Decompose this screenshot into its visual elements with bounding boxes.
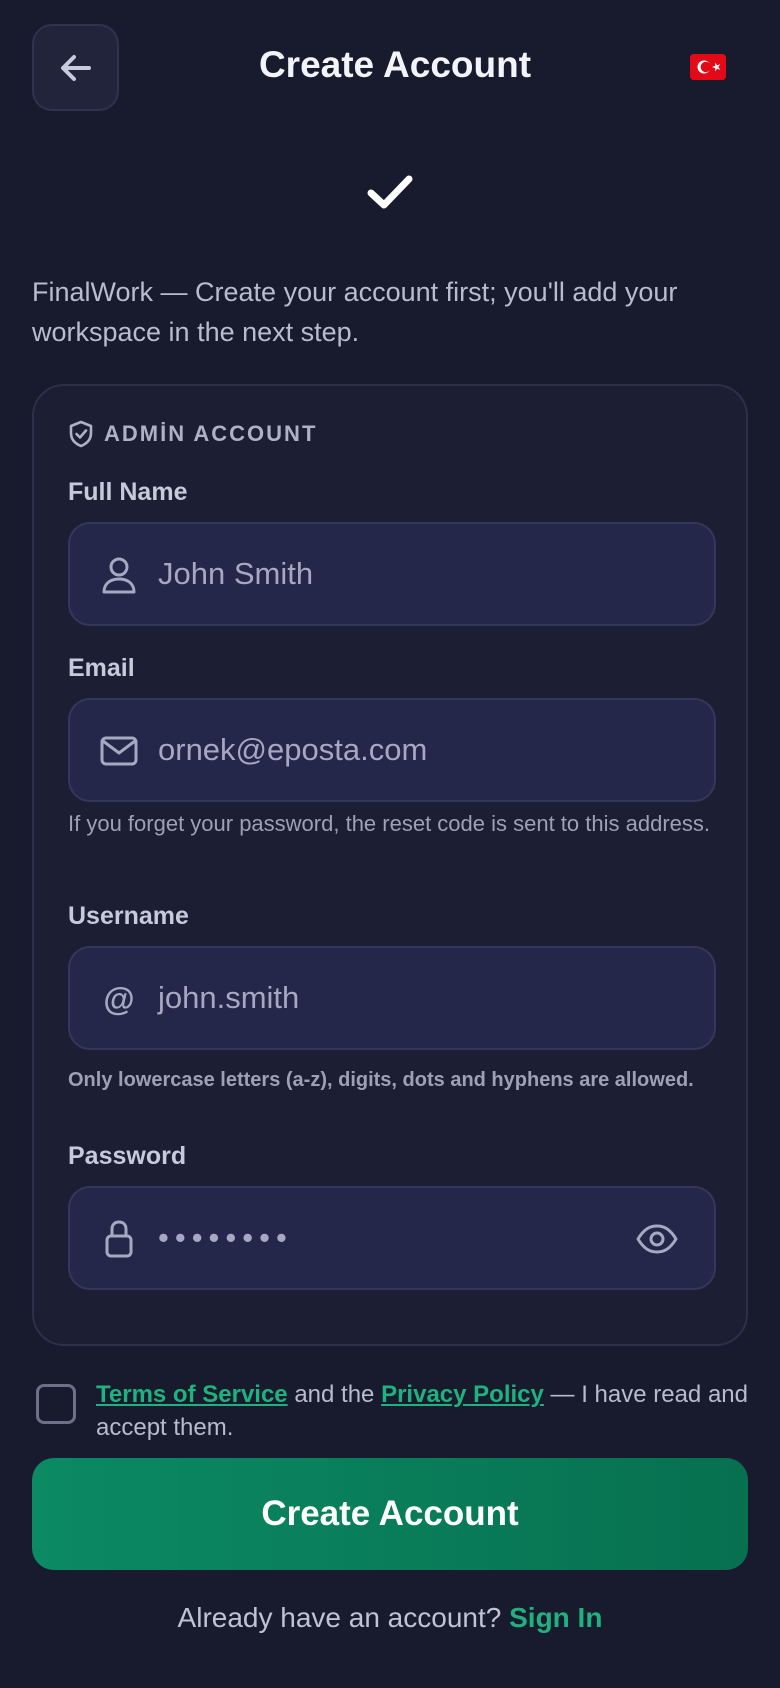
username-prefix: @	[103, 980, 135, 1017]
email-hint: If you forget your password, the reset c…	[68, 811, 710, 836]
password-label: Password	[68, 1142, 187, 1170]
at-icon: @	[100, 980, 138, 1018]
create-account-button[interactable]: Create Account	[32, 1458, 748, 1570]
eye-icon[interactable]	[636, 1220, 678, 1258]
header: Create Account	[0, 0, 780, 140]
lock-icon	[100, 1220, 138, 1258]
username-hint: Only lowercase letters (a-z), digits, do…	[68, 1069, 694, 1091]
terms-text: Terms of Service and the Privacy Policy …	[96, 1378, 756, 1444]
section-title: ADMİN ACCOUNT	[104, 421, 318, 446]
shield-check-icon	[69, 420, 93, 448]
turkey-flag-icon[interactable]	[690, 54, 726, 80]
page-title: Create Account	[258, 44, 532, 85]
sign-in-link[interactable]: Sign In	[509, 1602, 602, 1633]
email-placeholder: ornek@eposta.com	[158, 732, 428, 767]
terms-and-the: and the	[287, 1381, 382, 1408]
full-name-placeholder: John Smith	[158, 556, 314, 591]
intro-text: FinalWork — Create your account first; y…	[32, 277, 678, 347]
terms-checkbox[interactable]	[36, 1384, 76, 1424]
password-input[interactable]: ••••••••	[68, 1186, 716, 1290]
email-label: Email	[68, 654, 135, 682]
full-name-input[interactable]: John Smith	[68, 522, 716, 626]
terms-of-service-link[interactable]: Terms of Service	[96, 1381, 288, 1408]
check-icon	[367, 175, 413, 209]
mail-icon	[100, 732, 138, 770]
user-icon	[100, 556, 138, 594]
username-input[interactable]: @ john.smith	[68, 946, 716, 1050]
section-header: ADMİN ACCOUNT	[68, 420, 317, 448]
privacy-policy-link[interactable]: Privacy Policy	[381, 1381, 544, 1408]
full-name-label: Full Name	[68, 478, 188, 506]
password-value: ••••••••	[158, 1220, 293, 1255]
signin-row: Already have an account? Sign In	[0, 1602, 780, 1634]
username-label: Username	[68, 902, 189, 930]
email-input[interactable]: ornek@eposta.com	[68, 698, 716, 802]
signin-prompt: Already have an account?	[177, 1602, 510, 1633]
admin-account-card: ADMİN ACCOUNT Full Name John Smith Email…	[32, 384, 748, 1346]
username-placeholder: john.smith	[158, 980, 300, 1015]
